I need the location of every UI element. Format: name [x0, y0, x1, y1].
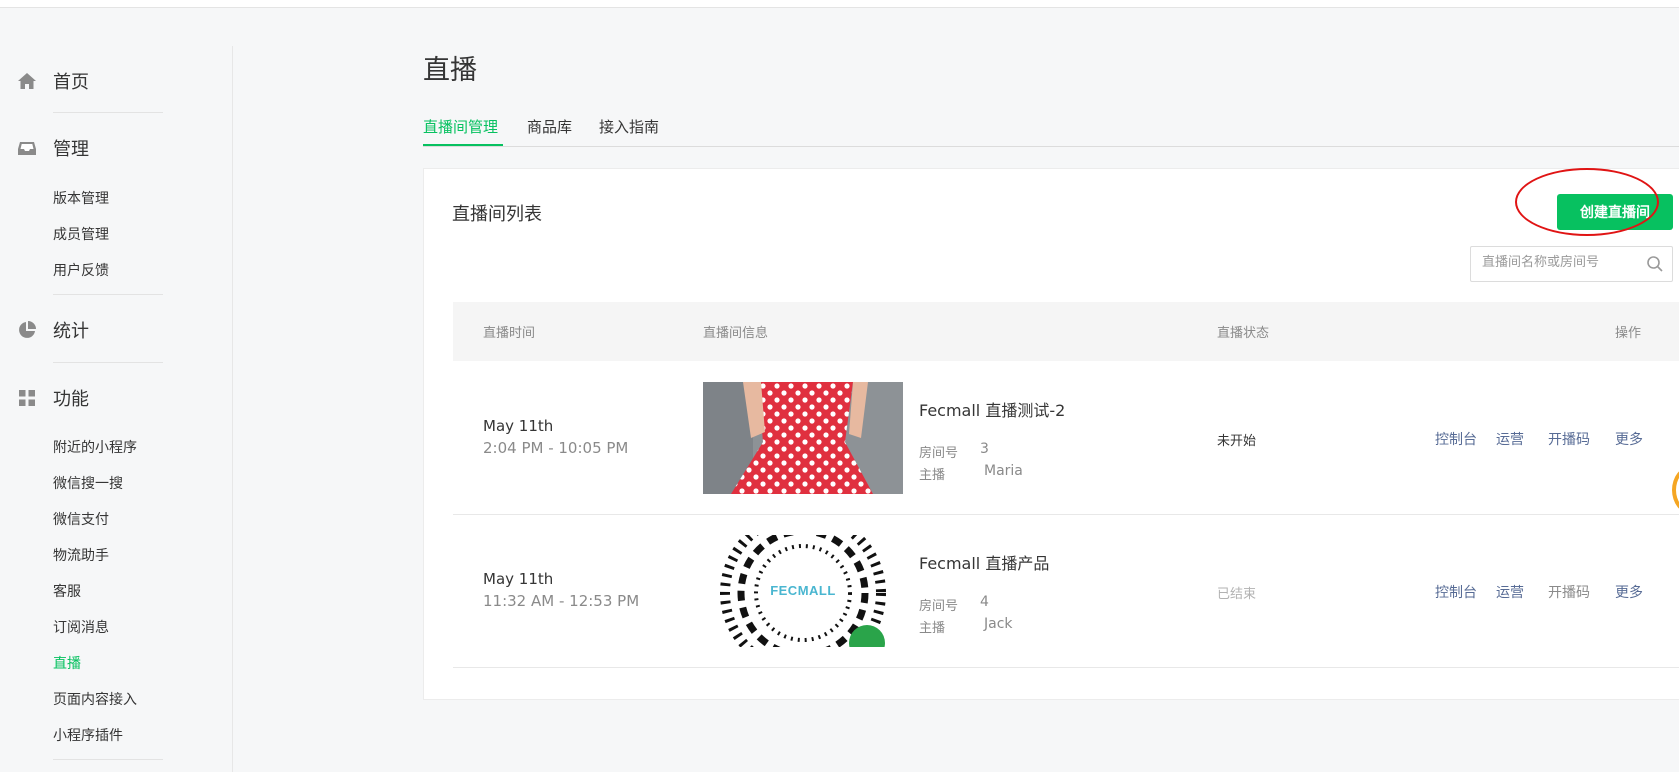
inbox-icon: [16, 137, 38, 159]
home-icon: [16, 70, 38, 92]
more-link[interactable]: 更多: [1615, 582, 1643, 602]
status-badge: 已结束: [1217, 587, 1257, 602]
column-header-actions: 操作: [1615, 326, 1642, 341]
sidebar-item-search[interactable]: 微信搜一搜: [53, 473, 123, 493]
room-no-value: 4: [980, 594, 989, 610]
sidebar-item-logistics[interactable]: 物流助手: [53, 545, 109, 565]
grid-icon: [16, 387, 38, 409]
status-badge: 未开始: [1217, 434, 1257, 449]
nav-stats-label: 统计: [53, 321, 89, 342]
room-qr-thumbnail: FECMALL: [703, 535, 903, 647]
nav-stats[interactable]: 统计: [16, 315, 89, 345]
sidebar-item-service[interactable]: 客服: [53, 581, 81, 601]
sidebar-divider: [53, 362, 163, 363]
row-divider: [453, 514, 1679, 515]
sidebar-item-version[interactable]: 版本管理: [53, 188, 109, 208]
console-link[interactable]: 控制台: [1435, 582, 1477, 602]
anchor-value: Maria: [984, 463, 1023, 479]
sidebar-item-pay[interactable]: 微信支付: [53, 509, 109, 529]
anchor-label: 主播: [919, 468, 946, 483]
nav-manage-label: 管理: [53, 139, 89, 160]
anchor-label: 主播: [919, 621, 946, 636]
row-divider: [453, 667, 1679, 668]
search-icon[interactable]: [1646, 255, 1664, 277]
active-tab-indicator: [423, 144, 503, 146]
room-name: Fecmall 直播产品: [919, 554, 1050, 573]
operations-link[interactable]: 运营: [1496, 582, 1524, 602]
pie-chart-icon: [16, 319, 38, 341]
tab-product-library[interactable]: 商品库: [527, 116, 572, 137]
search-box[interactable]: [1470, 246, 1673, 282]
sidebar-item-subscribe[interactable]: 订阅消息: [53, 617, 109, 637]
column-header-info: 直播间信息: [703, 326, 769, 341]
sidebar-item-feedback[interactable]: 用户反馈: [53, 260, 109, 280]
anchor-value: Jack: [984, 616, 1013, 632]
page-title: 直播: [423, 55, 477, 86]
search-input[interactable]: [1480, 254, 1644, 271]
sidebar-divider: [53, 759, 163, 760]
create-live-room-button[interactable]: 创建直播间: [1557, 194, 1673, 230]
sidebar-divider: [53, 112, 163, 113]
nav-home-label: 首页: [53, 72, 89, 93]
more-link[interactable]: 更多: [1615, 429, 1643, 449]
row-date: May 11th: [483, 570, 554, 588]
live-code-link[interactable]: 开播码: [1548, 429, 1590, 449]
live-code-link[interactable]: 开播码: [1548, 582, 1590, 602]
operations-link[interactable]: 运营: [1496, 429, 1524, 449]
qr-logo-text: FECMALL: [770, 583, 836, 598]
nav-features-label: 功能: [53, 389, 89, 410]
column-header-time: 直播时间: [483, 326, 536, 341]
panel-title: 直播间列表: [452, 204, 542, 225]
room-thumbnail: [703, 382, 903, 494]
row-date: May 11th: [483, 417, 554, 435]
sidebar-item-members[interactable]: 成员管理: [53, 224, 109, 244]
room-no-label: 房间号: [919, 446, 959, 461]
sidebar-divider: [53, 294, 163, 295]
room-no-label: 房间号: [919, 599, 959, 614]
nav-features[interactable]: 功能: [16, 383, 89, 413]
tabs-divider: [423, 146, 1679, 147]
sidebar-item-plugin[interactable]: 小程序插件: [53, 725, 123, 745]
tab-access-guide[interactable]: 接入指南: [599, 116, 659, 137]
room-no-value: 3: [980, 441, 989, 457]
sidebar-item-live[interactable]: 直播: [53, 653, 81, 673]
top-bar: [0, 0, 1679, 8]
nav-manage[interactable]: 管理: [16, 133, 89, 163]
row-time: 11:32 AM - 12:53 PM: [483, 592, 640, 610]
tab-live-room-manage[interactable]: 直播间管理: [423, 116, 498, 137]
room-name: Fecmall 直播测试-2: [919, 401, 1066, 420]
table-header: [453, 302, 1679, 361]
console-link[interactable]: 控制台: [1435, 429, 1477, 449]
nav-home[interactable]: 首页: [16, 66, 89, 96]
column-header-status: 直播状态: [1217, 326, 1270, 341]
sidebar-item-content[interactable]: 页面内容接入: [53, 689, 137, 709]
sidebar-item-nearby[interactable]: 附近的小程序: [53, 437, 137, 457]
row-time: 2:04 PM - 10:05 PM: [483, 439, 629, 457]
